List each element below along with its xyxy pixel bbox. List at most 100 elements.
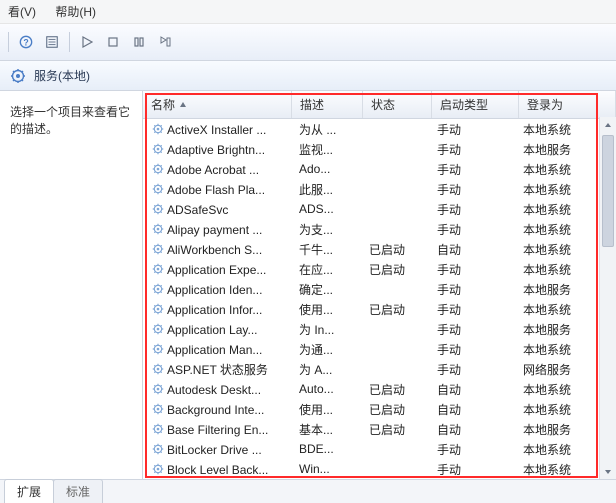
service-startup-cell: 手动: [429, 321, 515, 338]
column-header-logon-as[interactable]: 登录为: [519, 91, 616, 118]
menu-help[interactable]: 帮助(H): [55, 5, 96, 19]
service-name-cell: Background Inte...: [143, 402, 291, 417]
service-name-text: BitLocker Drive ...: [167, 443, 262, 457]
service-list[interactable]: ActiveX Installer ...为从 ...手动本地系统Adaptiv…: [143, 119, 616, 482]
view-tabs: 扩展 标准: [0, 479, 616, 503]
tab-standard[interactable]: 标准: [53, 479, 103, 503]
service-status-cell: 已启动: [361, 301, 429, 318]
service-desc-cell: ADS...: [291, 202, 361, 216]
service-name-cell: Adobe Acrobat ...: [143, 162, 291, 177]
service-row[interactable]: Application Infor...使用...已启动手动本地系统: [143, 299, 616, 319]
service-desc-cell: 确定...: [291, 281, 361, 298]
service-logon-cell: 本地系统: [515, 241, 611, 258]
scrollbar-thumb[interactable]: [602, 135, 614, 247]
service-startup-cell: 手动: [429, 301, 515, 318]
service-name-text: Application Iden...: [167, 283, 262, 297]
service-logon-cell: 本地系统: [515, 381, 611, 398]
service-startup-cell: 手动: [429, 181, 515, 198]
properties-button[interactable]: [41, 31, 63, 53]
restart-icon: [159, 36, 171, 48]
service-row[interactable]: Adobe Flash Pla... 此服... 手动本地系统: [143, 179, 616, 199]
tab-extended[interactable]: 扩展: [4, 479, 54, 503]
chevron-down-icon: [604, 468, 612, 476]
service-desc-cell: Ado...: [291, 162, 361, 176]
column-header-name-label: 名称: [151, 96, 175, 113]
service-row[interactable]: Base Filtering En...基本...已启动自动本地服务: [143, 419, 616, 439]
service-name-cell: Block Level Back...: [143, 462, 291, 477]
pause-service-button[interactable]: [128, 31, 150, 53]
service-row[interactable]: ActiveX Installer ...为从 ...手动本地系统: [143, 119, 616, 139]
service-logon-cell: 本地服务: [515, 421, 611, 438]
service-logon-cell: 本地系统: [515, 181, 611, 198]
column-header-name[interactable]: 名称: [143, 91, 292, 118]
service-row[interactable]: Background Inte...使用...已启动自动本地系统: [143, 399, 616, 419]
service-row[interactable]: Block Level Back...Win...手动本地系统: [143, 459, 616, 479]
service-status-cell: 已启动: [361, 421, 429, 438]
service-desc-cell: 此服...: [291, 181, 361, 198]
service-name-cell: Application Lay...: [143, 322, 291, 337]
service-name-text: ADSafeSvc: [167, 203, 228, 217]
service-name-text: Base Filtering En...: [167, 423, 268, 437]
service-desc-cell: 使用...: [291, 301, 361, 318]
toolbar-separator: [8, 32, 9, 52]
service-logon-cell: 本地服务: [515, 321, 611, 338]
service-name-text: Block Level Back...: [167, 463, 268, 477]
service-name-cell: Autodesk Deskt...: [143, 382, 291, 397]
service-name-cell: Application Iden...: [143, 282, 291, 297]
service-row[interactable]: BitLocker Drive ...BDE...手动本地系统: [143, 439, 616, 459]
console-title-bar: 服务(本地): [0, 61, 616, 91]
service-row[interactable]: AliWorkbench S...千牛...已启动自动本地系统: [143, 239, 616, 259]
service-desc-cell: 为从 ...: [291, 121, 361, 138]
column-header-startup-type[interactable]: 启动类型: [432, 91, 519, 118]
service-logon-cell: 本地系统: [515, 441, 611, 458]
menu-view[interactable]: 看(V): [8, 5, 36, 19]
column-header-status[interactable]: 状态: [363, 91, 432, 118]
help-button[interactable]: ?: [15, 31, 37, 53]
service-name-cell: ADSafeSvc: [143, 202, 291, 217]
service-logon-cell: 本地系统: [515, 201, 611, 218]
vertical-scrollbar[interactable]: [599, 117, 616, 480]
service-name-text: Adaptive Brightn...: [167, 143, 265, 157]
service-desc-cell: 为 A...: [291, 361, 361, 378]
service-status-cell: 已启动: [361, 261, 429, 278]
service-name-text: Autodesk Deskt...: [167, 383, 261, 397]
service-row[interactable]: Adaptive Brightn...监视...手动本地服务: [143, 139, 616, 159]
service-row[interactable]: Application Expe...在应...已启动手动本地系统: [143, 259, 616, 279]
service-startup-cell: 手动: [429, 161, 515, 178]
service-desc-cell: 基本...: [291, 421, 361, 438]
menu-bar: 看(V) 帮助(H): [0, 0, 616, 24]
pause-icon: [133, 36, 145, 48]
service-name-text: Adobe Flash Pla...: [167, 183, 265, 197]
service-name-cell: AliWorkbench S...: [143, 242, 291, 257]
service-name-text: Adobe Acrobat ...: [167, 163, 259, 177]
properties-icon: [45, 35, 59, 49]
restart-service-button[interactable]: [154, 31, 176, 53]
description-panel: 选择一个项目来查看它的描述。: [0, 91, 143, 480]
service-row[interactable]: Alipay payment ...为支...手动本地系统: [143, 219, 616, 239]
stop-service-button[interactable]: [102, 31, 124, 53]
service-logon-cell: 本地系统: [515, 221, 611, 238]
service-row[interactable]: Autodesk Deskt...Auto...已启动自动本地系统: [143, 379, 616, 399]
service-desc-cell: 为通...: [291, 341, 361, 358]
service-name-text: Application Lay...: [167, 323, 258, 337]
scroll-up-button[interactable]: [600, 117, 616, 133]
service-row[interactable]: Application Man...为通...手动本地系统: [143, 339, 616, 359]
service-logon-cell: 本地系统: [515, 161, 611, 178]
scroll-down-button[interactable]: [600, 464, 616, 480]
service-row[interactable]: ASP.NET 状态服务为 A...手动网络服务: [143, 359, 616, 379]
service-row[interactable]: Adobe Acrobat ... Ado... 手动本地系统: [143, 159, 616, 179]
service-name-cell: ASP.NET 状态服务: [143, 361, 291, 378]
service-startup-cell: 手动: [429, 441, 515, 458]
service-name-cell: ActiveX Installer ...: [143, 122, 291, 137]
service-row[interactable]: Application Iden...确定...手动本地服务: [143, 279, 616, 299]
service-status-cell: 已启动: [361, 401, 429, 418]
column-header-description[interactable]: 描述: [292, 91, 363, 118]
service-row[interactable]: ADSafeSvcADS...手动本地系统: [143, 199, 616, 219]
start-service-button[interactable]: [76, 31, 98, 53]
service-list-panel: 名称 描述 状态 启动类型 登录为 ActiveX Installer ...为…: [143, 91, 616, 480]
service-logon-cell: 本地系统: [515, 121, 611, 138]
service-name-cell: Adaptive Brightn...: [143, 142, 291, 157]
service-row[interactable]: Application Lay...为 In...手动本地服务: [143, 319, 616, 339]
service-status-cell: 已启动: [361, 381, 429, 398]
service-logon-cell: 本地服务: [515, 141, 611, 158]
